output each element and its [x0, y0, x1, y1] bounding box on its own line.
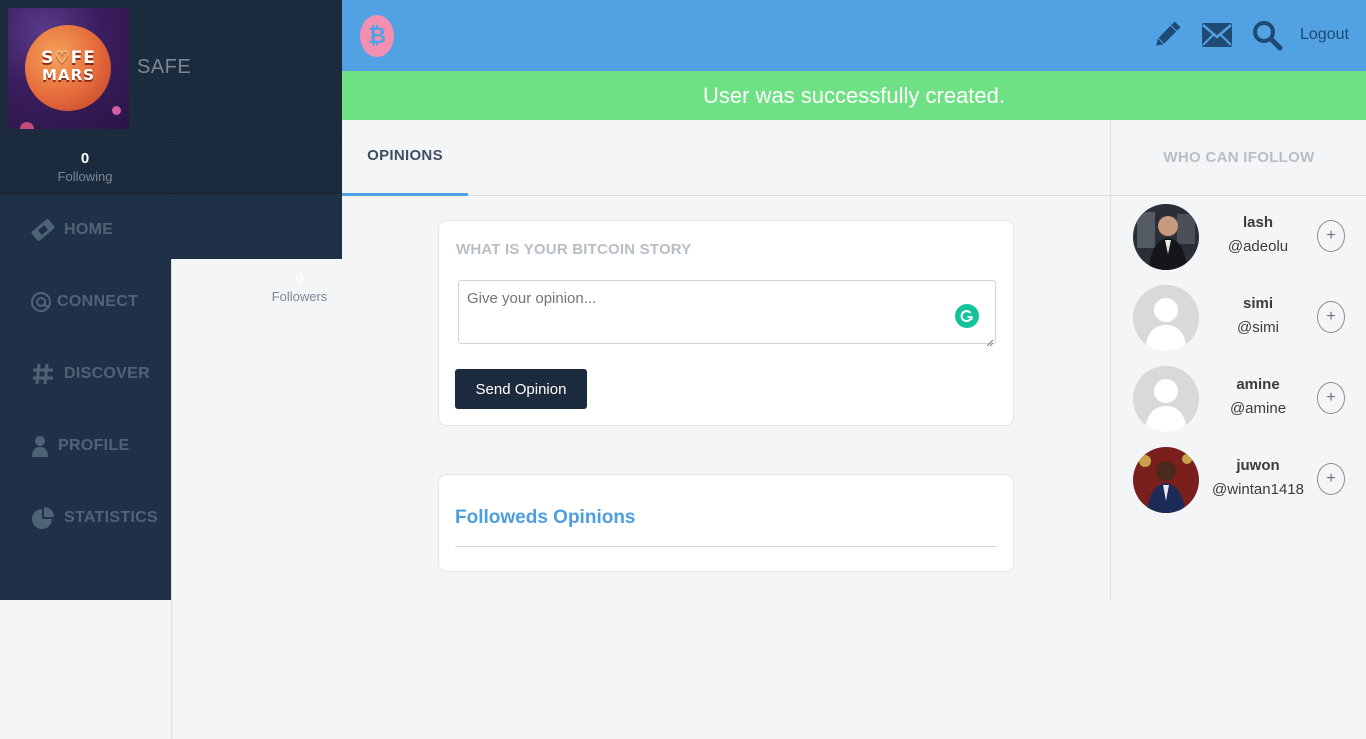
bitcoin-logo-icon[interactable]: ₿ — [360, 15, 394, 57]
following-label: Following — [57, 169, 113, 184]
following-count: 0 — [80, 150, 90, 167]
following-stat[interactable]: 0 Following — [0, 139, 171, 195]
follow-button[interactable]: + — [1317, 220, 1345, 252]
at-icon — [30, 289, 52, 315]
nav-statistics-label: STATISTICS — [64, 509, 158, 526]
follow-suggestion: simi @simi + — [1111, 283, 1366, 353]
username: SAFE — [137, 56, 192, 78]
user-handle: @simi — [1237, 319, 1279, 336]
follow-button[interactable]: + — [1317, 463, 1345, 495]
user-name: juwon — [1236, 457, 1280, 474]
nav-connect[interactable]: CONNECT — [30, 287, 138, 317]
star-decoration — [20, 122, 34, 129]
star-decoration — [112, 106, 121, 115]
avatar-logo-text: MARS — [42, 66, 95, 84]
resize-grip-icon[interactable] — [986, 334, 994, 347]
sidebar: S♡FE MARS SAFE 0 Following 0 Followers H… — [0, 0, 427, 739]
follow-suggestion: juwon @wintan1418 + — [1111, 445, 1366, 515]
nav-profile-label: PROFILE — [58, 437, 130, 454]
avatar[interactable] — [1133, 447, 1199, 513]
compose-title: WHAT IS YOUR BITCOIN STORY — [456, 241, 692, 258]
pie-chart-icon — [30, 505, 56, 531]
user-name: lash — [1242, 214, 1273, 231]
follow-stats: 0 Following 0 Followers — [0, 138, 427, 739]
avatar-logo-text: S♡FE — [41, 48, 96, 68]
default-avatar-icon[interactable] — [1133, 366, 1199, 432]
nav-home[interactable]: HOME — [30, 215, 113, 245]
nav-connect-label: CONNECT — [57, 293, 139, 310]
followers-label: Followers — [271, 289, 328, 304]
user-handle: @adeolu — [1227, 238, 1289, 255]
followed-opinions-card: Followeds Opinions — [438, 474, 1014, 572]
followers-count: 0 — [295, 270, 304, 287]
main-tabs: OPINIONS — [342, 120, 1110, 196]
user-name: simi — [1242, 295, 1273, 312]
pencil-icon[interactable] — [1150, 18, 1184, 52]
compose-card: WHAT IS YOUR BITCOIN STORY Send Opinion — [438, 220, 1014, 426]
logout-link[interactable]: Logout — [1300, 26, 1349, 44]
followed-opinions-title: Followeds Opinions — [455, 507, 636, 528]
search-icon[interactable] — [1250, 18, 1284, 52]
nav-profile[interactable]: PROFILE — [30, 431, 129, 461]
follow-button[interactable]: + — [1317, 301, 1345, 333]
nav-discover[interactable]: DISCOVER — [30, 359, 150, 389]
profile-block: S♡FE MARS SAFE — [0, 0, 342, 137]
ticket-icon — [30, 217, 56, 243]
who-to-follow-panel: WHO CAN IFOLLOW lash @adeolu + simi @sim… — [1110, 120, 1366, 600]
opinion-textarea[interactable] — [458, 280, 996, 344]
tab-opinions[interactable]: OPINIONS — [342, 120, 468, 196]
user-handle: @wintan1418 — [1212, 481, 1304, 498]
default-avatar-icon[interactable] — [1133, 285, 1199, 351]
send-opinion-button[interactable]: Send Opinion — [455, 369, 587, 409]
user-handle: @amine — [1229, 400, 1287, 417]
avatar[interactable]: S♡FE MARS — [8, 8, 129, 129]
nav-statistics[interactable]: STATISTICS — [30, 503, 158, 533]
follow-suggestion: lash @adeolu + — [1111, 202, 1366, 272]
followers-stat[interactable]: 0 Followers — [171, 259, 427, 739]
who-to-follow-title: WHO CAN IFOLLOW — [1111, 120, 1366, 196]
user-icon — [30, 433, 50, 459]
success-banner: User was successfully created. — [342, 71, 1366, 120]
avatar[interactable] — [1133, 204, 1199, 270]
envelope-icon[interactable] — [1200, 18, 1234, 52]
follow-button[interactable]: + — [1317, 382, 1345, 414]
nav-discover-label: DISCOVER — [64, 365, 150, 382]
hashtag-icon — [30, 361, 56, 387]
grammarly-icon[interactable] — [955, 304, 979, 328]
divider — [455, 546, 997, 547]
nav-home-label: HOME — [64, 221, 114, 238]
follow-suggestion: amine @amine + — [1111, 364, 1366, 434]
user-name: amine — [1236, 376, 1280, 393]
top-bar: ₿ Logout — [342, 0, 1366, 71]
